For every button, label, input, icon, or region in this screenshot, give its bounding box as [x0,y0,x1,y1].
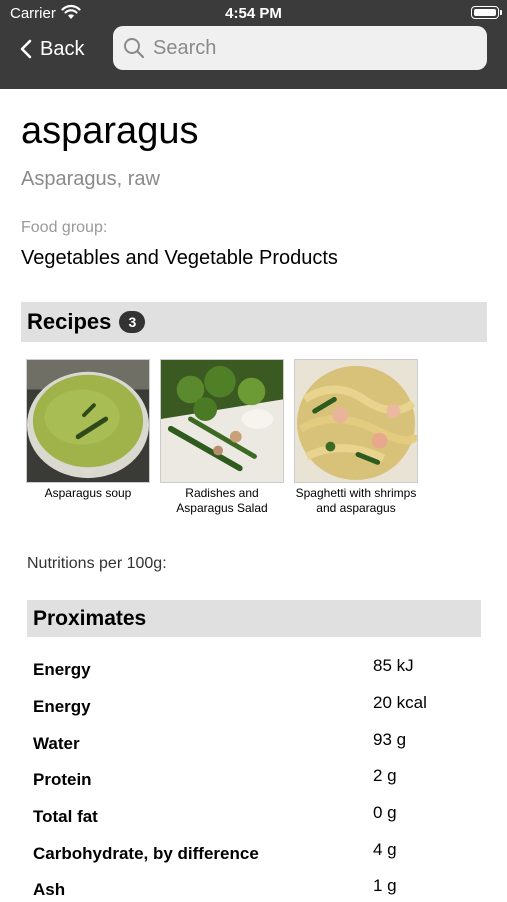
nutrient-name: Total fat [33,807,98,826]
nutrient-row: Energy 20 kcal [33,689,483,719]
recipe-photo-soup [26,359,150,483]
search-field[interactable] [113,26,487,70]
proximates-label: Proximates [33,606,147,630]
nutrient-name: Energy [33,660,91,679]
status-time: 4:54 PM [225,5,282,22]
recipe-card-spaghetti-shrimps[interactable]: Spaghetti with shrimps and asparagus [294,359,418,515]
nutrient-row: Ash 1 g [33,872,483,902]
recipe-caption: Asparagus soup [44,486,132,500]
nutrient-value: 1 g [373,876,397,895]
nutrient-name: Carbohydrate, by difference [33,844,259,863]
recipe-photo-spaghetti [294,359,418,483]
nutrient-row: Water 93 g [33,726,483,756]
nutrient-name: Ash [33,880,66,899]
nutrient-value: 0 g [373,803,397,822]
nutrient-row: Protein 2 g [33,762,483,792]
status-bar: Carrier 4:54 PM [0,0,507,26]
back-label: Back [40,37,85,60]
proximates-section-header: Proximates [27,600,481,637]
nutrient-name: Energy [33,697,91,716]
nutrient-value: 4 g [373,840,397,859]
recipes-label: Recipes [27,309,112,334]
nutrient-row: Total fat 0 g [33,799,483,829]
nutrition-per-label: Nutritions per 100g: [27,555,167,572]
chevron-left-icon [20,39,32,59]
food-group-label: Food group: [21,219,108,236]
recipe-caption: Radishes and Asparagus Salad [176,486,268,515]
recipe-caption: Spaghetti with shrimps and asparagus [295,486,417,515]
search-input[interactable] [151,35,475,61]
battery-icon [471,6,502,19]
nutrient-name: Protein [33,770,92,789]
nutrient-row: Carbohydrate, by difference 4 g [33,836,483,866]
search-icon [124,38,145,59]
recipes-count-badge: 3 [119,311,146,333]
navigation-header: Carrier 4:54 PM Back [0,0,507,89]
nutrient-value: 93 g [373,730,407,749]
food-description: Asparagus, raw [21,168,160,190]
recipe-card-radish-asparagus-salad[interactable]: Radishes and Asparagus Salad [160,359,284,515]
back-button[interactable]: Back [20,34,84,64]
recipe-card-asparagus-soup[interactable]: Asparagus soup [26,359,150,501]
recipes-section-header: Recipes 3 [21,302,487,342]
food-group-value: Vegetables and Vegetable Products [21,247,338,269]
nutrient-row: Energy 85 kJ [33,652,483,682]
food-name: asparagus [21,110,199,152]
nutrient-value: 2 g [373,766,397,785]
nutrient-value: 20 kcal [373,693,427,712]
nutrient-name: Water [33,734,80,753]
nutrient-value: 85 kJ [373,656,414,675]
recipe-photo-salad [160,359,284,483]
